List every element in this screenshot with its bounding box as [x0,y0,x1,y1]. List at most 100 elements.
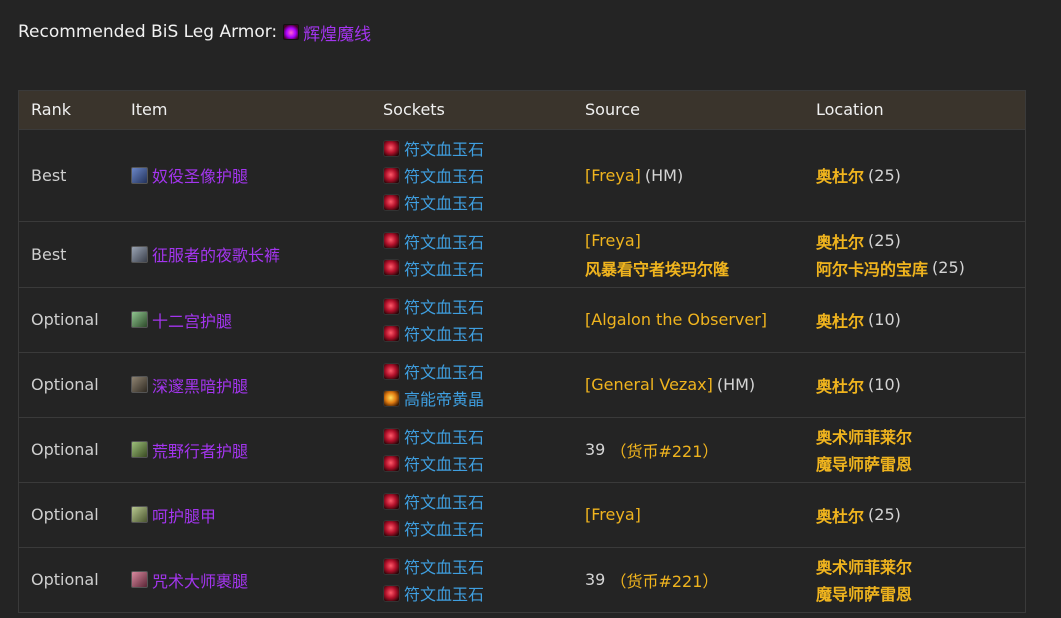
location-line: 奥杜尔 (10) [816,306,1013,333]
source-cell: [Algalon the Observer] [573,287,804,352]
gem-name[interactable]: 符文血玉石 [404,294,484,318]
rank-cell: Optional [31,570,99,590]
sockets-cell: 符文血玉石 符文血玉石 [371,482,573,547]
gem-link[interactable]: 符文血玉石 [383,320,561,347]
gem-link[interactable]: 符文血玉石 [383,189,561,216]
source-cell: [Freya] [573,482,804,547]
location-link[interactable]: 奥术师菲莱尔 [816,554,912,578]
location-cell: 奥术师菲莱尔 魔导师萨雷恩 [804,547,1025,612]
paren-close: ） [702,571,719,591]
gem-name[interactable]: 符文血玉石 [404,163,484,187]
source-line: 风暴看守者埃玛尔隆 [585,254,792,281]
location-size: (25) [868,231,901,250]
source-npc-link[interactable]: [Freya] [585,231,641,250]
gem-link[interactable]: 符文血玉石 [383,227,561,254]
location-link[interactable]: 奥杜尔 [816,503,864,527]
location-line: 魔导师萨雷恩 [816,580,1013,607]
gem-name[interactable]: 符文血玉石 [404,321,484,345]
gem-icon [383,297,400,315]
gem-link[interactable]: 符文血玉石 [383,553,561,580]
enchant-link[interactable]: 辉煌魔线 [283,20,371,45]
source-npc-link[interactable]: [Algalon the Observer] [585,310,767,329]
gem-link[interactable]: 符文血玉石 [383,135,561,162]
gem-name[interactable]: 高能帝黄晶 [404,386,484,410]
gem-name[interactable]: 符文血玉石 [404,489,484,513]
gem-link[interactable]: 符文血玉石 [383,580,561,607]
gem-link[interactable]: 符文血玉石 [383,423,561,450]
item-link[interactable]: 呵护腿甲 [131,503,359,527]
gem-link[interactable]: 符文血玉石 [383,162,561,189]
gem-name[interactable]: 符文血玉石 [404,229,484,253]
sockets-cell: 符文血玉石 符文血玉石 [371,547,573,612]
gem-name[interactable]: 符文血玉石 [404,554,484,578]
source-npc-link[interactable]: 风暴看守者埃玛尔隆 [585,256,729,280]
location-link[interactable]: 奥术师菲莱尔 [816,424,912,448]
table-row: Best 奴役圣像护腿 符文血玉石 符文血玉石 符文血玉石 [Freya] (HM) 奥杜尔… [19,129,1025,221]
item-link[interactable]: 征服者的夜歌长裤 [131,242,359,266]
gem-link[interactable]: 符文血玉石 [383,450,561,477]
item-name[interactable]: 奴役圣像护腿 [152,163,248,187]
gem-icon [383,492,400,510]
item-name[interactable]: 十二宫护腿 [152,308,232,332]
source-npc-link[interactable]: [Freya] [585,505,641,524]
source-cost: 39 [585,440,606,459]
gem-name[interactable]: 符文血玉石 [404,581,484,605]
location-link[interactable]: 奥杜尔 [816,308,864,332]
location-line: 奥杜尔 (25) [816,501,1013,528]
item-cell: 深邃黑暗护腿 [119,352,371,417]
gem-name[interactable]: 符文血玉石 [404,359,484,383]
source-npc-link[interactable]: [General Vezax] [585,375,713,394]
location-link[interactable]: 魔导师萨雷恩 [816,581,912,605]
sockets-cell: 符文血玉石 符文血玉石 [371,417,573,482]
location-link[interactable]: 奥杜尔 [816,163,864,187]
location-size: (25) [868,505,901,524]
currency-link[interactable]: 货币#221 [626,438,702,462]
gem-name[interactable]: 符文血玉石 [404,256,484,280]
table-row: Best 征服者的夜歌长裤 符文血玉石 符文血玉石 [Freya] 风暴看守者埃玛尔隆 奥杜… [19,221,1025,287]
gem-link[interactable]: 符文血玉石 [383,293,561,320]
item-cell: 十二宫护腿 [119,287,371,352]
location-link[interactable]: 魔导师萨雷恩 [816,451,912,475]
item-name[interactable]: 呵护腿甲 [152,503,216,527]
item-link[interactable]: 深邃黑暗护腿 [131,373,359,397]
location-line: 奥杜尔 (10) [816,371,1013,398]
item-cell: 呵护腿甲 [119,482,371,547]
gem-name[interactable]: 符文血玉石 [404,516,484,540]
gem-link[interactable]: 符文血玉石 [383,515,561,542]
source-npc-link[interactable]: [Freya] [585,166,641,185]
item-name[interactable]: 荒野行者护腿 [152,438,248,462]
location-link[interactable]: 阿尔卡冯的宝库 [816,256,928,280]
gem-link[interactable]: 符文血玉石 [383,488,561,515]
location-line: 奥术师菲莱尔 [816,423,1013,450]
item-name[interactable]: 咒术大师裹腿 [152,568,248,592]
item-name[interactable]: 深邃黑暗护腿 [152,373,248,397]
source-cell: [Freya] 风暴看守者埃玛尔隆 [573,221,804,287]
gem-link[interactable]: 高能帝黄晶 [383,385,561,412]
gem-name[interactable]: 符文血玉石 [404,451,484,475]
gem-icon [383,389,400,407]
sockets-cell: 符文血玉石高能帝黄晶 [371,352,573,417]
item-link[interactable]: 咒术大师裹腿 [131,568,359,592]
gem-link[interactable]: 符文血玉石 [383,358,561,385]
item-link[interactable]: 奴役圣像护腿 [131,163,359,187]
location-cell: 奥术师菲莱尔 魔导师萨雷恩 [804,417,1025,482]
gem-icon [383,519,400,537]
rank-cell: Optional [31,505,99,524]
item-cell: 咒术大师裹腿 [119,547,371,612]
gem-name[interactable]: 符文血玉石 [404,190,484,214]
item-link[interactable]: 荒野行者护腿 [131,438,359,462]
table-row: Optional 深邃黑暗护腿 符文血玉石 高能帝黄晶 [General Vezax] … [19,352,1025,417]
location-line: 阿尔卡冯的宝库 (25) [816,254,1013,281]
gem-link[interactable]: 符文血玉石 [383,254,561,281]
location-link[interactable]: 奥杜尔 [816,229,864,253]
gem-name[interactable]: 符文血玉石 [404,136,484,160]
gem-name[interactable]: 符文血玉石 [404,424,484,448]
currency-link[interactable]: 货币#221 [626,568,702,592]
enchant-name[interactable]: 辉煌魔线 [303,20,371,45]
source-cell: 39 （货币#221） [573,417,804,482]
gem-icon [383,427,400,445]
location-link[interactable]: 奥杜尔 [816,373,864,397]
item-name[interactable]: 征服者的夜歌长裤 [152,242,280,266]
column-header-location: Location [816,100,884,120]
item-link[interactable]: 十二宫护腿 [131,308,359,332]
